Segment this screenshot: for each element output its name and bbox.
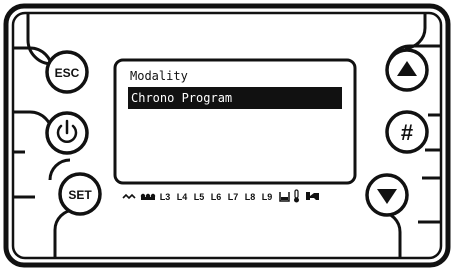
indicator-l3: L3 [160, 192, 171, 202]
up-button[interactable] [385, 48, 429, 92]
indicator-l9: L9 [262, 192, 273, 202]
esc-button[interactable]: ESC [45, 50, 89, 94]
indicator-l7: L7 [228, 192, 239, 202]
hash-button-label: # [401, 120, 413, 145]
set-button-label: SET [68, 188, 92, 202]
indicator-l5: L5 [194, 192, 205, 202]
set-button[interactable]: SET [58, 172, 102, 216]
indicator-l4: L4 [177, 192, 188, 202]
hash-button[interactable]: # [385, 110, 429, 154]
power-button[interactable] [45, 111, 89, 155]
menu-item-modality[interactable]: Modality [120, 65, 355, 87]
lcd-menu: Modality Chrono Program [120, 65, 355, 109]
control-panel: ESC SET # L3 L4 L5 L6 L7 L8 L9 [3, 3, 451, 268]
indicator-l6: L6 [211, 192, 222, 202]
fan-icon [140, 193, 156, 200]
indicator-l8: L8 [245, 192, 256, 202]
down-button[interactable] [365, 173, 409, 217]
esc-button-label: ESC [55, 66, 80, 80]
menu-item-chrono-program[interactable]: Chrono Program [128, 87, 342, 109]
